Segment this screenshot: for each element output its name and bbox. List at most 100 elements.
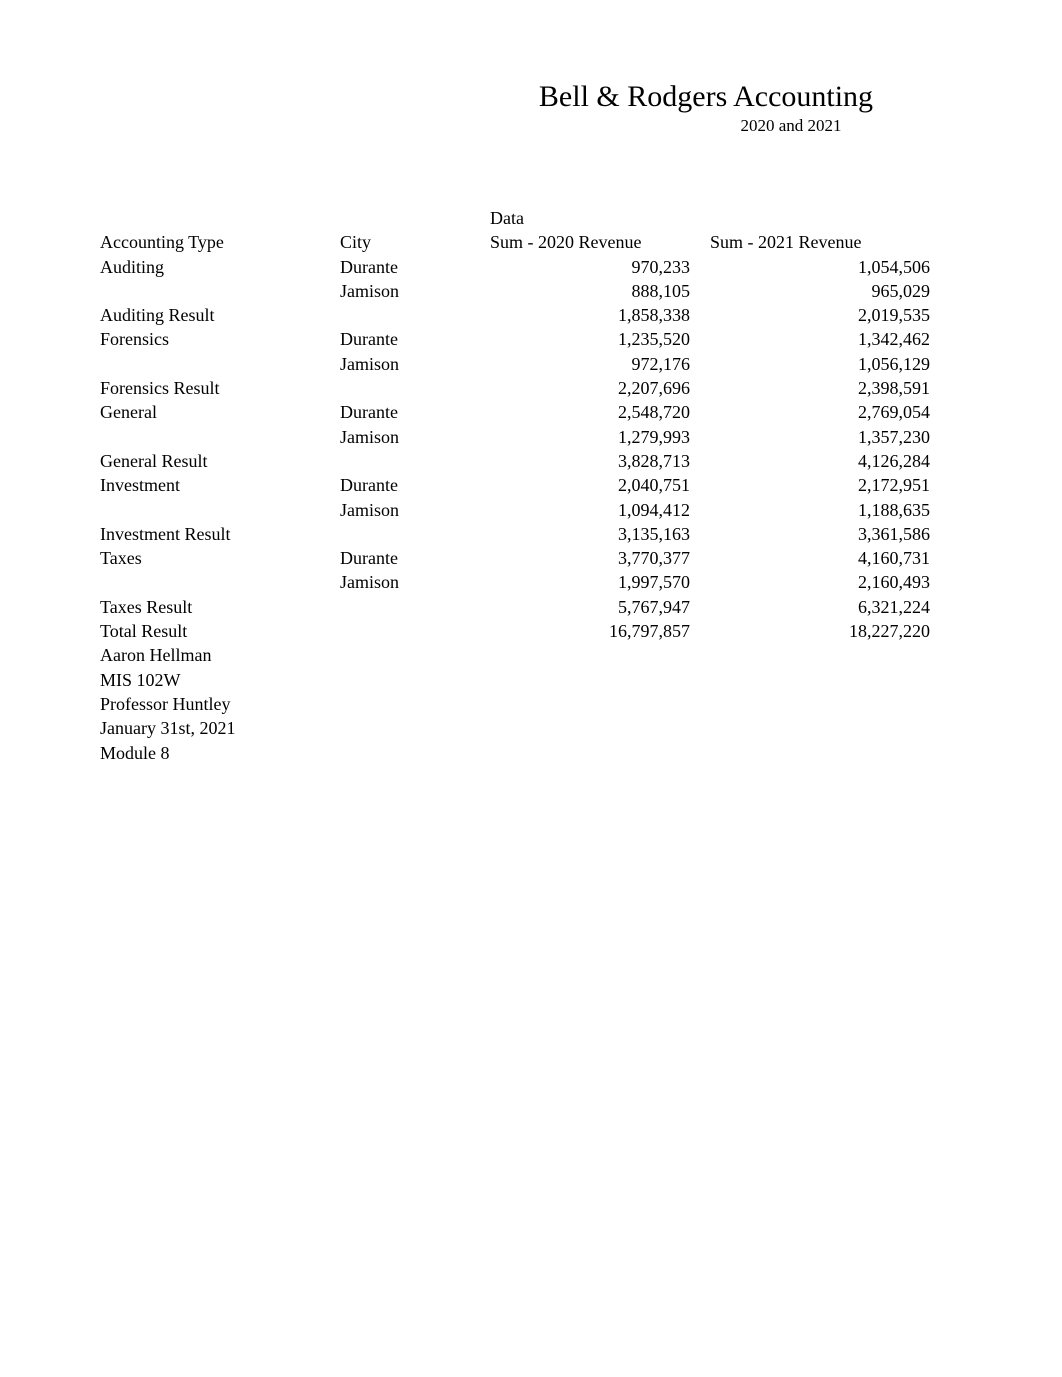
table-row: ForensicsDurante1,235,5201,342,462: [100, 327, 962, 351]
accounting-type-cell: Investment: [100, 473, 340, 497]
result-2020: 3,135,163: [490, 522, 710, 546]
result-2021: 2,019,535: [710, 303, 930, 327]
header-sum-2021: Sum - 2021 Revenue: [710, 230, 930, 254]
table-row: Jamison1,094,4121,188,635: [100, 498, 962, 522]
result-row: Taxes Result 5,767,9476,321,224: [100, 595, 962, 619]
revenue-2020-cell: 3,770,377: [490, 546, 710, 570]
pivot-table: Data Accounting Type City Sum - 2020 Rev…: [100, 206, 962, 765]
footer-course: MIS 102W: [100, 668, 962, 692]
city-cell: Jamison: [340, 279, 490, 303]
revenue-2021-cell: 1,357,230: [710, 425, 930, 449]
table-row: AuditingDurante970,2331,054,506: [100, 255, 962, 279]
accounting-type-cell: Auditing: [100, 255, 340, 279]
revenue-2021-cell: 965,029: [710, 279, 930, 303]
revenue-2020-cell: 2,040,751: [490, 473, 710, 497]
accounting-type-cell: [100, 279, 340, 303]
table-row: Jamison888,105965,029: [100, 279, 962, 303]
revenue-2020-cell: 2,548,720: [490, 400, 710, 424]
revenue-2021-cell: 1,054,506: [710, 255, 930, 279]
result-label: General Result: [100, 449, 340, 473]
total-2021: 18,227,220: [710, 619, 930, 643]
accounting-type-cell: General: [100, 400, 340, 424]
result-2020: 3,828,713: [490, 449, 710, 473]
data-label: Data: [490, 206, 710, 230]
table-row: InvestmentDurante2,040,7512,172,951: [100, 473, 962, 497]
city-cell: Jamison: [340, 498, 490, 522]
page-subtitle: 2020 and 2021: [620, 116, 962, 136]
accounting-type-cell: [100, 425, 340, 449]
city-cell: Durante: [340, 255, 490, 279]
result-city-spacer: [340, 522, 490, 546]
revenue-2020-cell: 1,997,570: [490, 570, 710, 594]
data-header-row: Data: [100, 206, 962, 230]
result-label: Investment Result: [100, 522, 340, 546]
result-2021: 2,398,591: [710, 376, 930, 400]
footer-author: Aaron Hellman: [100, 643, 962, 667]
city-cell: Durante: [340, 473, 490, 497]
revenue-2021-cell: 2,160,493: [710, 570, 930, 594]
table-row: Jamison972,1761,056,129: [100, 352, 962, 376]
table-row: GeneralDurante2,548,7202,769,054: [100, 400, 962, 424]
result-row: General Result 3,828,7134,126,284: [100, 449, 962, 473]
result-2020: 5,767,947: [490, 595, 710, 619]
header-spacer: [100, 206, 340, 230]
page-title: Bell & Rodgers Accounting: [450, 80, 962, 114]
city-cell: Durante: [340, 400, 490, 424]
header-spacer: [340, 206, 490, 230]
header-accounting-type: Accounting Type: [100, 230, 340, 254]
result-2020: 2,207,696: [490, 376, 710, 400]
result-row: Auditing Result 1,858,3382,019,535: [100, 303, 962, 327]
result-2020: 1,858,338: [490, 303, 710, 327]
header-spacer: [710, 206, 930, 230]
result-city-spacer: [340, 595, 490, 619]
footer-block: Aaron Hellman MIS 102W Professor Huntley…: [100, 643, 962, 764]
result-city-spacer: [340, 449, 490, 473]
table-row: Jamison1,997,5702,160,493: [100, 570, 962, 594]
total-2020: 16,797,857: [490, 619, 710, 643]
result-city-spacer: [340, 303, 490, 327]
accounting-type-cell: [100, 570, 340, 594]
result-row: Forensics Result 2,207,6962,398,591: [100, 376, 962, 400]
city-cell: Durante: [340, 546, 490, 570]
city-cell: Durante: [340, 327, 490, 351]
header-city: City: [340, 230, 490, 254]
result-city-spacer: [340, 376, 490, 400]
revenue-2020-cell: 1,279,993: [490, 425, 710, 449]
header-sum-2020: Sum - 2020 Revenue: [490, 230, 710, 254]
result-label: Forensics Result: [100, 376, 340, 400]
revenue-2021-cell: 2,172,951: [710, 473, 930, 497]
result-label: Taxes Result: [100, 595, 340, 619]
table-row: TaxesDurante3,770,3774,160,731: [100, 546, 962, 570]
accounting-type-cell: [100, 352, 340, 376]
title-block: Bell & Rodgers Accounting 2020 and 2021: [450, 80, 962, 136]
accounting-type-cell: [100, 498, 340, 522]
revenue-2020-cell: 1,094,412: [490, 498, 710, 522]
revenue-2021-cell: 4,160,731: [710, 546, 930, 570]
result-2021: 4,126,284: [710, 449, 930, 473]
accounting-type-cell: Forensics: [100, 327, 340, 351]
result-label: Auditing Result: [100, 303, 340, 327]
footer-date: January 31st, 2021: [100, 716, 962, 740]
footer-module: Module 8: [100, 741, 962, 765]
result-2021: 6,321,224: [710, 595, 930, 619]
total-city-spacer: [340, 619, 490, 643]
column-header-row: Accounting Type City Sum - 2020 Revenue …: [100, 230, 962, 254]
revenue-2021-cell: 2,769,054: [710, 400, 930, 424]
revenue-2021-cell: 1,056,129: [710, 352, 930, 376]
footer-professor: Professor Huntley: [100, 692, 962, 716]
revenue-2020-cell: 972,176: [490, 352, 710, 376]
revenue-2020-cell: 888,105: [490, 279, 710, 303]
city-cell: Jamison: [340, 352, 490, 376]
revenue-2021-cell: 1,188,635: [710, 498, 930, 522]
revenue-2020-cell: 970,233: [490, 255, 710, 279]
revenue-2020-cell: 1,235,520: [490, 327, 710, 351]
result-row: Investment Result 3,135,1633,361,586: [100, 522, 962, 546]
revenue-2021-cell: 1,342,462: [710, 327, 930, 351]
city-cell: Jamison: [340, 425, 490, 449]
total-result-row: Total Result 16,797,857 18,227,220: [100, 619, 962, 643]
table-row: Jamison1,279,9931,357,230: [100, 425, 962, 449]
accounting-type-cell: Taxes: [100, 546, 340, 570]
total-label: Total Result: [100, 619, 340, 643]
result-2021: 3,361,586: [710, 522, 930, 546]
city-cell: Jamison: [340, 570, 490, 594]
